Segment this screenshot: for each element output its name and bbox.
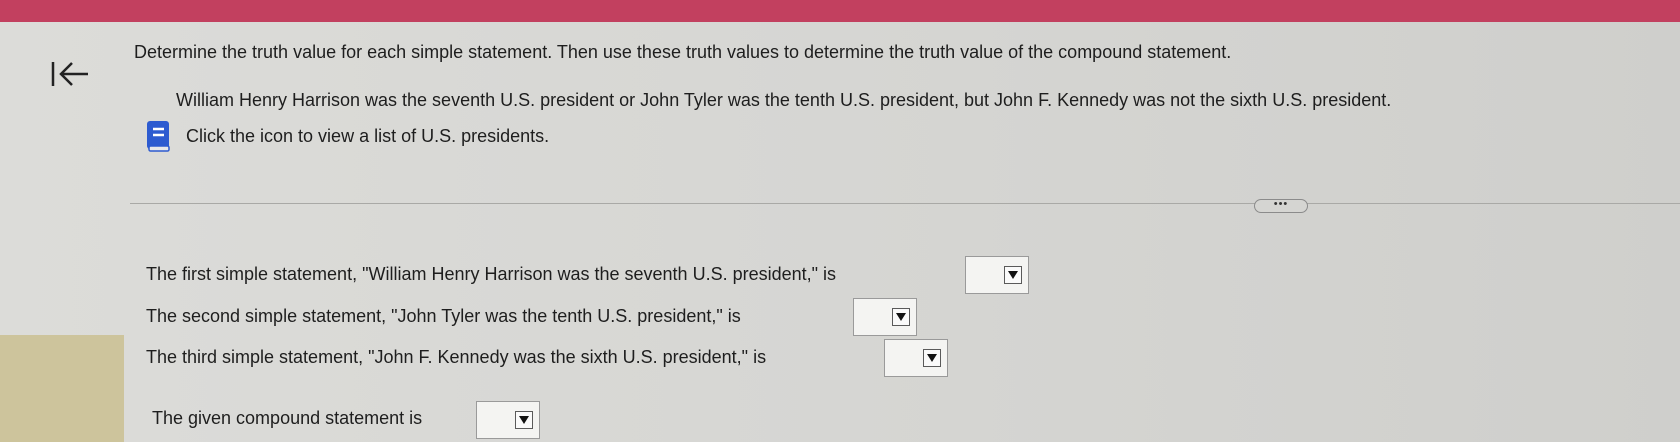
sidebar-accent [0, 335, 124, 442]
instruction-text: Determine the truth value for each simpl… [134, 42, 1232, 62]
second-statement-prompt: The second simple statement, "John Tyler… [146, 306, 741, 326]
first-statement-dropdown[interactable] [965, 256, 1029, 294]
header-bar [0, 0, 1680, 22]
dropdown-arrow-icon [892, 308, 910, 326]
section-divider [130, 203, 1680, 204]
dropdown-arrow-icon [923, 349, 941, 367]
third-statement-dropdown[interactable] [884, 339, 948, 377]
back-button[interactable] [48, 56, 108, 96]
second-statement-dropdown[interactable] [853, 298, 917, 336]
third-statement-prompt: The third simple statement, "John F. Ken… [146, 347, 767, 367]
presidents-list-hint: Click the icon to view a list of U.S. pr… [186, 126, 550, 146]
dropdown-arrow-icon [1004, 266, 1022, 284]
back-arrow-icon [51, 62, 88, 86]
book-icon[interactable] [144, 119, 172, 153]
more-options-button[interactable]: ••• [1254, 199, 1308, 213]
compound-statement-dropdown[interactable] [476, 401, 540, 439]
first-statement-prompt: The first simple statement, "William Hen… [146, 264, 837, 284]
compound-statement-prompt: The given compound statement is [152, 408, 423, 428]
question-page [0, 22, 1680, 442]
compound-statement-text: William Henry Harrison was the seventh U… [176, 90, 1392, 110]
dropdown-arrow-icon [515, 411, 533, 429]
